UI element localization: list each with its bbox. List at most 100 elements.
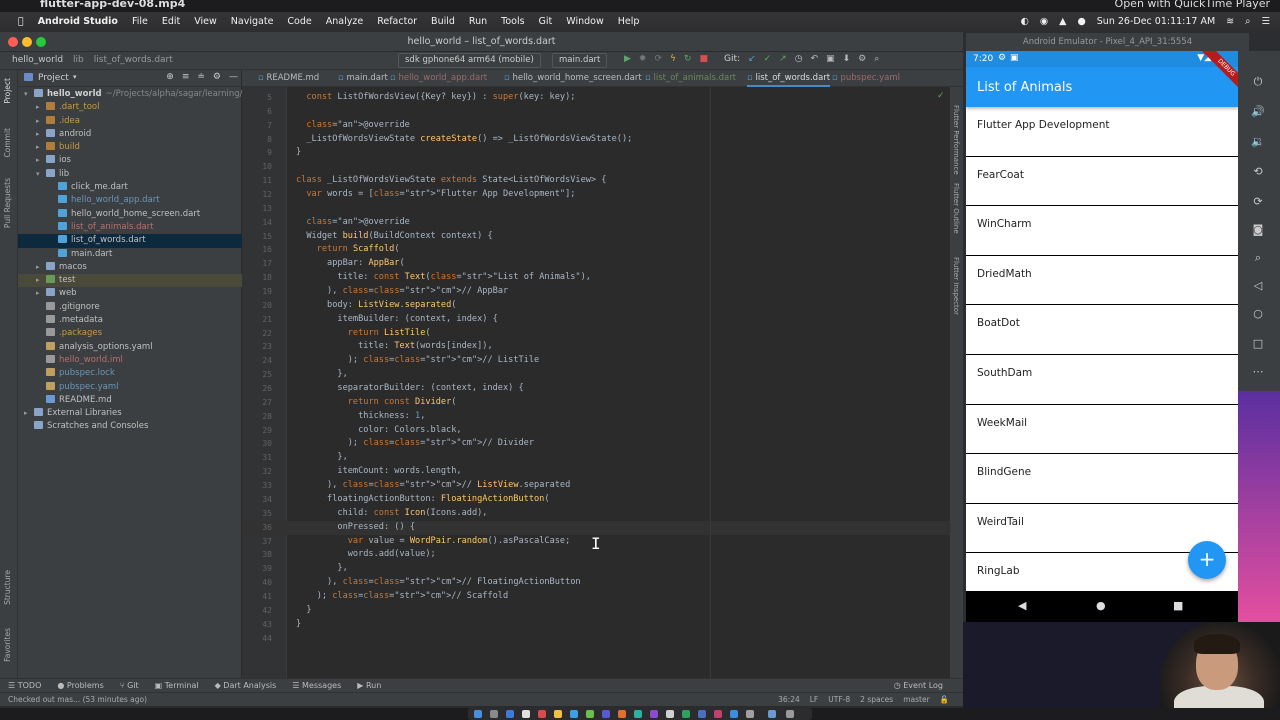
git-commit-icon[interactable]: ✓ — [764, 54, 772, 64]
dock-app-icon[interactable] — [634, 710, 642, 718]
tree-item[interactable]: list_of_animals.dart — [18, 221, 242, 234]
status-message[interactable]: Checked out mas... (53 minutes ago) — [8, 695, 147, 704]
search-icon[interactable]: ⌕ — [874, 54, 879, 64]
dock-app-icon[interactable] — [650, 710, 658, 718]
code-line[interactable]: 20 body: ListView.separated( — [242, 299, 954, 313]
hot-restart-icon[interactable]: ↻ — [684, 54, 692, 64]
collapse-all-icon[interactable]: ≐ — [197, 72, 205, 82]
run-icon[interactable]: ▶ — [624, 54, 631, 64]
dock-downloads-icon[interactable] — [768, 710, 776, 718]
breadcrumb-project[interactable]: hello_world — [12, 55, 63, 65]
file-encoding[interactable]: UTF-8 — [828, 695, 850, 704]
editor-tab[interactable]: ▫ list_of_animals.dart — [645, 73, 736, 83]
menu-app-name[interactable]: Android Studio — [38, 16, 118, 32]
dock-app-icon[interactable] — [490, 710, 498, 718]
dock-app-icon[interactable] — [506, 710, 514, 718]
chevron-icon[interactable]: ▸ — [36, 115, 46, 128]
dock-app-icon[interactable] — [746, 710, 754, 718]
chevron-down-icon[interactable]: ▾ — [73, 73, 77, 81]
list-item[interactable]: WinCharm — [966, 206, 1238, 256]
flutter-outline-tab[interactable]: Flutter Outline — [952, 183, 960, 234]
tree-item[interactable]: click_me.dart — [18, 181, 242, 194]
lock-icon[interactable]: 🔓 — [940, 695, 949, 704]
overview-icon[interactable]: □ — [1251, 337, 1265, 351]
tree-item[interactable]: hello_world.iml — [18, 354, 242, 367]
dock-app-icon[interactable] — [730, 710, 738, 718]
chevron-icon[interactable]: ▸ — [36, 128, 46, 141]
editor-tab[interactable]: ▫ hello_world_app.dart — [390, 73, 487, 83]
terminal-tab[interactable]: ▣ Terminal — [155, 681, 199, 690]
run-tab[interactable]: ▶ Run — [357, 681, 381, 690]
list-item[interactable]: FearCoat — [966, 157, 1238, 207]
menu-tools[interactable]: Tools — [501, 16, 524, 32]
menu-help[interactable]: Help — [618, 16, 640, 32]
tree-item[interactable]: pubspec.lock — [18, 367, 242, 380]
editor-tab[interactable]: ▫ list_of_words.dart — [747, 73, 831, 87]
list-item[interactable]: BlindGene — [966, 454, 1238, 504]
chevron-icon[interactable]: ▸ — [36, 101, 46, 114]
tray-icon[interactable]: ▲ — [1059, 16, 1066, 27]
code-line[interactable]: 10 — [242, 160, 954, 174]
dock-app-icon[interactable] — [618, 710, 626, 718]
tree-item[interactable]: ▾ lib — [18, 168, 242, 181]
menu-build[interactable]: Build — [431, 16, 455, 32]
run-config-selector[interactable]: main.dart — [552, 53, 608, 68]
home-icon[interactable]: ● — [1096, 599, 1106, 612]
quicktime-button[interactable]: Open with QuickTime Player — [1115, 0, 1270, 10]
dock-app-icon[interactable] — [682, 710, 690, 718]
chevron-icon[interactable]: ▸ — [36, 274, 46, 287]
code-editor[interactable]: 5 const ListOfWordsView({Key? key}) : su… — [242, 87, 954, 678]
chevron-icon[interactable]: ▾ — [24, 88, 34, 101]
back-icon[interactable]: ◀ — [1018, 599, 1026, 612]
volume-up-icon[interactable]: 🔊 — [1251, 105, 1265, 119]
code-line[interactable]: 13 — [242, 202, 954, 216]
tree-item[interactable]: .gitignore — [18, 301, 242, 314]
chevron-icon[interactable]: ▸ — [24, 407, 34, 420]
git-update-icon[interactable]: ↙ — [748, 54, 756, 64]
apple-icon[interactable]:  — [18, 16, 24, 32]
code-line[interactable]: 35 child: const Icon(Icons.add), — [242, 507, 954, 521]
add-fab-button[interactable]: + — [1188, 541, 1226, 579]
menu-navigate[interactable]: Navigate — [231, 16, 274, 32]
code-line[interactable]: 33 ), class=class="str">"cm">// ListView… — [242, 479, 954, 493]
menu-code[interactable]: Code — [287, 16, 311, 32]
chevron-icon[interactable]: ▸ — [36, 287, 46, 300]
dock-app-icon[interactable] — [586, 710, 594, 718]
volume-down-icon[interactable]: 🔉 — [1251, 135, 1265, 149]
code-line[interactable]: 16 return Scaffold( — [242, 243, 954, 257]
editor-tab[interactable]: ▫ pubspec.yaml — [832, 73, 900, 83]
dock-app-icon[interactable] — [570, 710, 578, 718]
gear-icon[interactable]: ⚙ — [213, 72, 221, 82]
todo-tab[interactable]: ☰ TODO — [8, 681, 41, 690]
expand-all-icon[interactable]: ≡ — [182, 72, 190, 82]
code-line[interactable]: 18 title: const Text(class="str">"List o… — [242, 271, 954, 285]
indent-setting[interactable]: 2 spaces — [860, 695, 893, 704]
device-manager-icon[interactable]: ▣ — [826, 54, 835, 64]
flutter-inspector-tab[interactable]: Flutter Inspector — [952, 257, 960, 315]
debug-icon[interactable]: ✹ — [639, 54, 647, 64]
menu-refactor[interactable]: Refactor — [377, 16, 417, 32]
editor-tab[interactable]: ▫ hello_world_home_screen.dart — [504, 73, 642, 83]
dock-finder-icon[interactable] — [474, 710, 482, 718]
settings-icon[interactable]: ⚙ — [858, 54, 866, 64]
code-line[interactable]: 24 ); class=class="str">"cm">// ListTile — [242, 354, 954, 368]
git-branch[interactable]: master — [903, 695, 929, 704]
tree-item[interactable]: pubspec.yaml — [18, 381, 242, 394]
history-icon[interactable]: ◷ — [795, 54, 803, 64]
dock-app-icon[interactable] — [554, 710, 562, 718]
dock-app-icon[interactable] — [698, 710, 706, 718]
tree-item[interactable]: ▸ web — [18, 287, 242, 300]
git-tab[interactable]: ⑂ Git — [120, 681, 139, 690]
menu-window[interactable]: Window — [566, 16, 603, 32]
project-view-selector[interactable]: Project — [38, 73, 69, 83]
dock-trash-icon[interactable] — [786, 710, 794, 718]
dock-app-icon[interactable] — [602, 710, 610, 718]
stop-icon[interactable]: ■ — [700, 54, 709, 64]
editor-tab[interactable]: ▫ main.dart — [338, 73, 388, 83]
dock-app-icon[interactable] — [522, 710, 530, 718]
list-item[interactable]: Flutter App Development — [966, 107, 1238, 157]
line-separator[interactable]: LF — [810, 695, 819, 704]
menu-view[interactable]: View — [194, 16, 217, 32]
tree-item[interactable]: hello_world_app.dart — [18, 194, 242, 207]
flutter-performance-tab[interactable]: Flutter Performance — [952, 105, 960, 175]
